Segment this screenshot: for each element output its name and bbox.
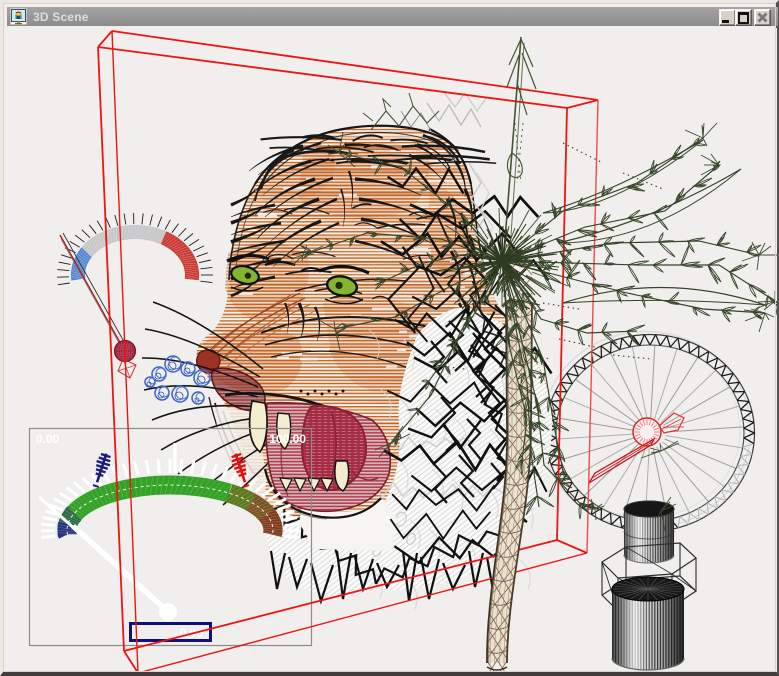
svg-text:100.00: 100.00 <box>269 432 306 446</box>
svg-text:0.00: 0.00 <box>36 432 60 446</box>
